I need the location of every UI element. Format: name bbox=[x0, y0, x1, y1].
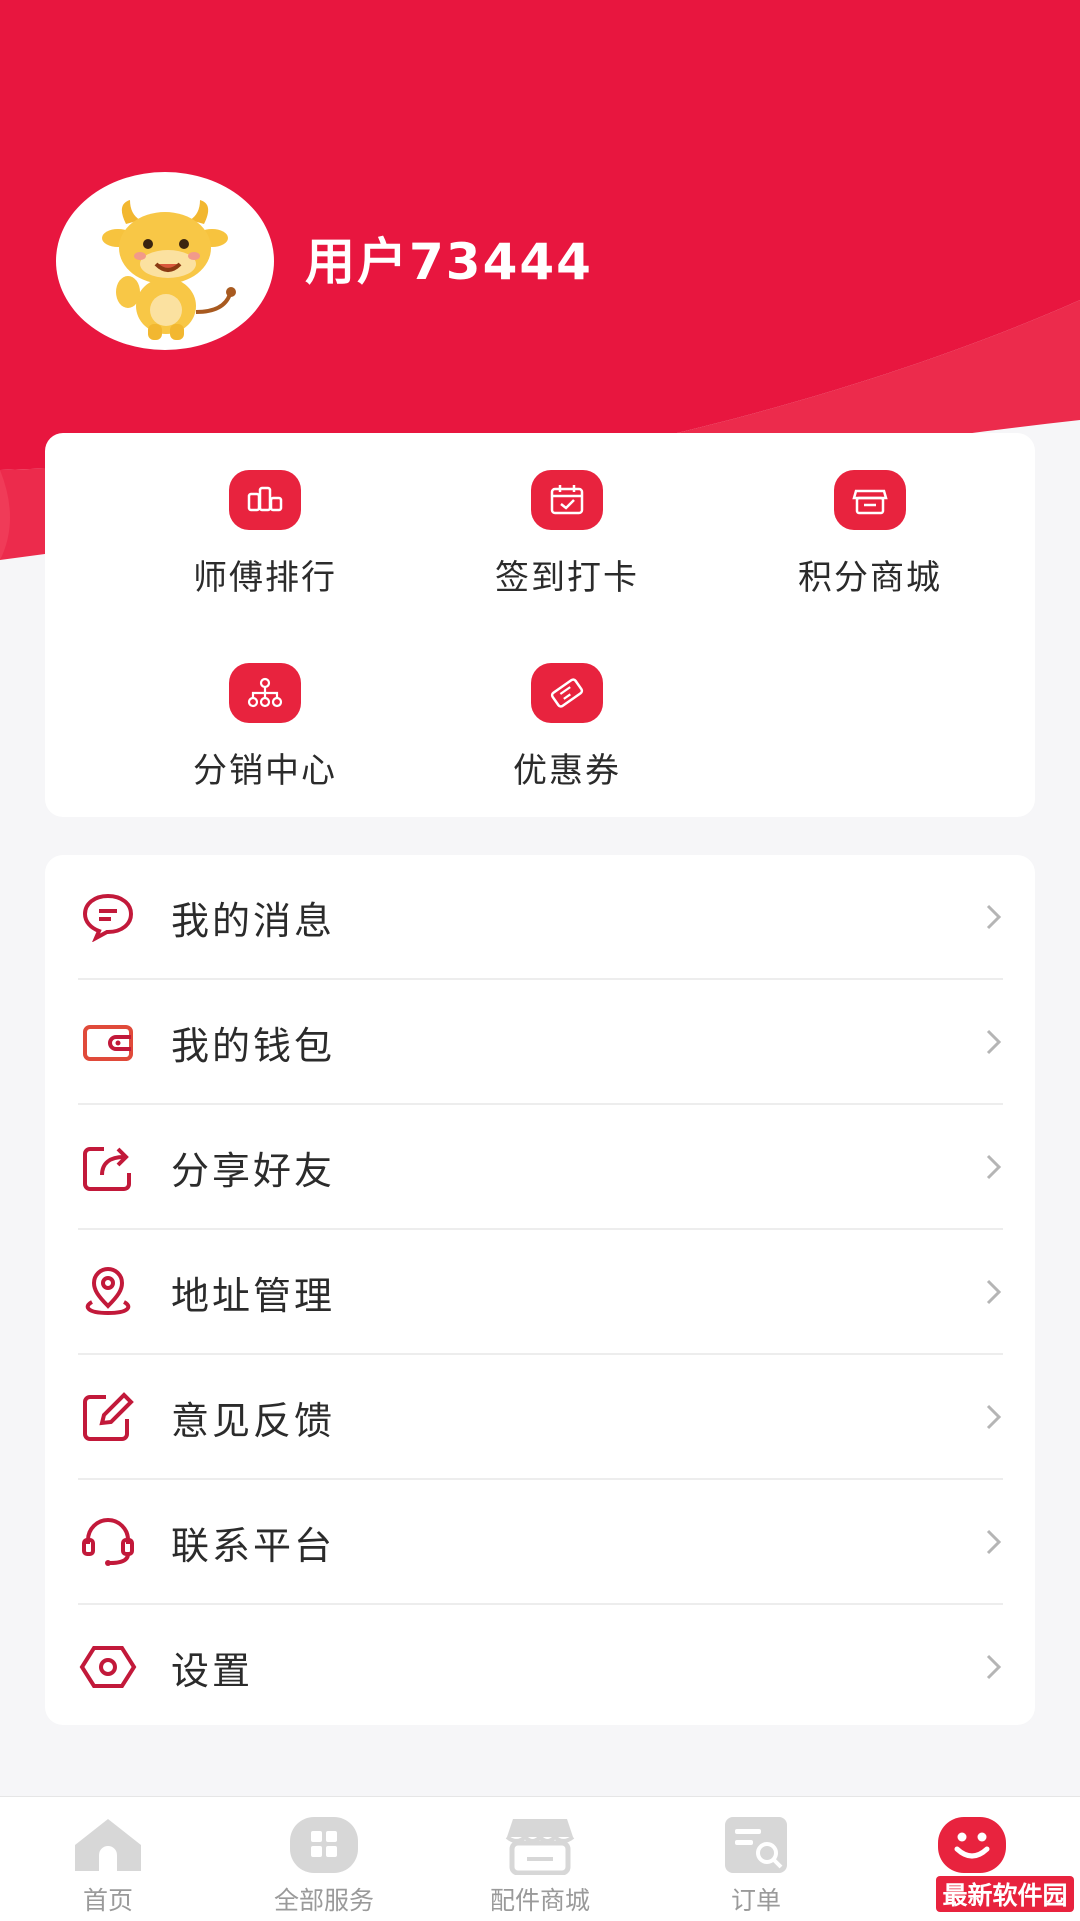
menu-item-label: 设置 bbox=[171, 1648, 254, 1693]
menu-item-settings[interactable]: 设置 bbox=[45, 1605, 1035, 1729]
edit-feedback-icon bbox=[78, 1387, 138, 1447]
quick-actions-card: 师傅排行 签到打卡 积分商城 分销中心 优惠券 bbox=[45, 433, 1035, 817]
watermark: 最新软件园 bbox=[936, 1876, 1074, 1912]
coupon-icon bbox=[531, 663, 603, 723]
menu-item-address-management[interactable]: 地址管理 bbox=[45, 1230, 1035, 1354]
chevron-right-icon bbox=[986, 1529, 1002, 1555]
menu-item-my-messages[interactable]: 我的消息 bbox=[45, 855, 1035, 979]
smile-profile-icon bbox=[935, 1815, 1009, 1875]
store-icon bbox=[834, 470, 906, 530]
order-icon bbox=[719, 1815, 793, 1875]
menu-item-label: 联系平台 bbox=[171, 1523, 336, 1568]
menu-item-label: 我的消息 bbox=[171, 898, 336, 943]
quick-action-label: 积分商城 bbox=[798, 558, 942, 598]
menu-item-label: 我的钱包 bbox=[171, 1023, 336, 1068]
chevron-right-icon bbox=[986, 1404, 1002, 1430]
quick-action-label: 签到打卡 bbox=[495, 558, 639, 598]
menu-item-feedback[interactable]: 意见反馈 bbox=[45, 1355, 1035, 1479]
username: 用户73444 bbox=[305, 233, 593, 291]
settings-icon bbox=[78, 1637, 138, 1697]
wallet-icon bbox=[78, 1012, 138, 1072]
tab-all-services[interactable]: 全部服务 bbox=[216, 1797, 432, 1921]
grid-services-icon bbox=[287, 1815, 361, 1875]
menu-item-label: 意见反馈 bbox=[171, 1398, 336, 1443]
cow-mascot-avatar-icon bbox=[102, 200, 236, 340]
share-icon bbox=[78, 1137, 138, 1197]
chevron-right-icon bbox=[986, 1154, 1002, 1180]
quick-action-checkin[interactable]: 签到打卡 bbox=[417, 470, 717, 599]
ranking-icon bbox=[229, 470, 301, 530]
chevron-right-icon bbox=[986, 1654, 1002, 1680]
chevron-right-icon bbox=[986, 1279, 1002, 1305]
menu-item-my-wallet[interactable]: 我的钱包 bbox=[45, 980, 1035, 1104]
quick-action-master-ranking[interactable]: 师傅排行 bbox=[115, 470, 415, 599]
message-icon bbox=[78, 887, 138, 947]
menu-item-share-friends[interactable]: 分享好友 bbox=[45, 1105, 1035, 1229]
calendar-check-icon bbox=[531, 470, 603, 530]
quick-action-label: 优惠券 bbox=[513, 751, 621, 791]
chevron-right-icon bbox=[986, 1029, 1002, 1055]
avatar[interactable] bbox=[56, 172, 274, 350]
chevron-right-icon bbox=[986, 904, 1002, 930]
tab-label: 配件商城 bbox=[489, 1886, 590, 1915]
tab-home[interactable]: 首页 bbox=[0, 1797, 216, 1921]
tab-orders[interactable]: 订单 bbox=[648, 1797, 864, 1921]
menu-item-label: 分享好友 bbox=[171, 1148, 336, 1193]
quick-action-points-mall[interactable]: 积分商城 bbox=[720, 470, 1020, 599]
quick-action-label: 师傅排行 bbox=[193, 558, 337, 598]
location-pin-icon bbox=[78, 1262, 138, 1322]
quick-action-coupon[interactable]: 优惠券 bbox=[417, 663, 717, 792]
menu-list-card: 我的消息 我的钱包 分享好友 地址管理 意见反馈 联系平台 设置 bbox=[45, 855, 1035, 1725]
home-icon bbox=[71, 1815, 145, 1875]
tab-label: 全部服务 bbox=[273, 1886, 374, 1915]
tab-label: 首页 bbox=[82, 1886, 133, 1915]
bottom-tab-bar: 首页 全部服务 配件商城 订单 我的 bbox=[0, 1796, 1080, 1921]
headset-icon bbox=[78, 1512, 138, 1572]
org-chart-icon bbox=[229, 663, 301, 723]
quick-action-distribution-center[interactable]: 分销中心 bbox=[115, 663, 415, 792]
tab-parts-mall[interactable]: 配件商城 bbox=[432, 1797, 648, 1921]
menu-item-label: 地址管理 bbox=[171, 1273, 336, 1318]
tab-label: 订单 bbox=[730, 1886, 781, 1915]
shop-icon bbox=[503, 1815, 577, 1876]
quick-action-label: 分销中心 bbox=[193, 751, 337, 791]
menu-item-contact-platform[interactable]: 联系平台 bbox=[45, 1480, 1035, 1604]
